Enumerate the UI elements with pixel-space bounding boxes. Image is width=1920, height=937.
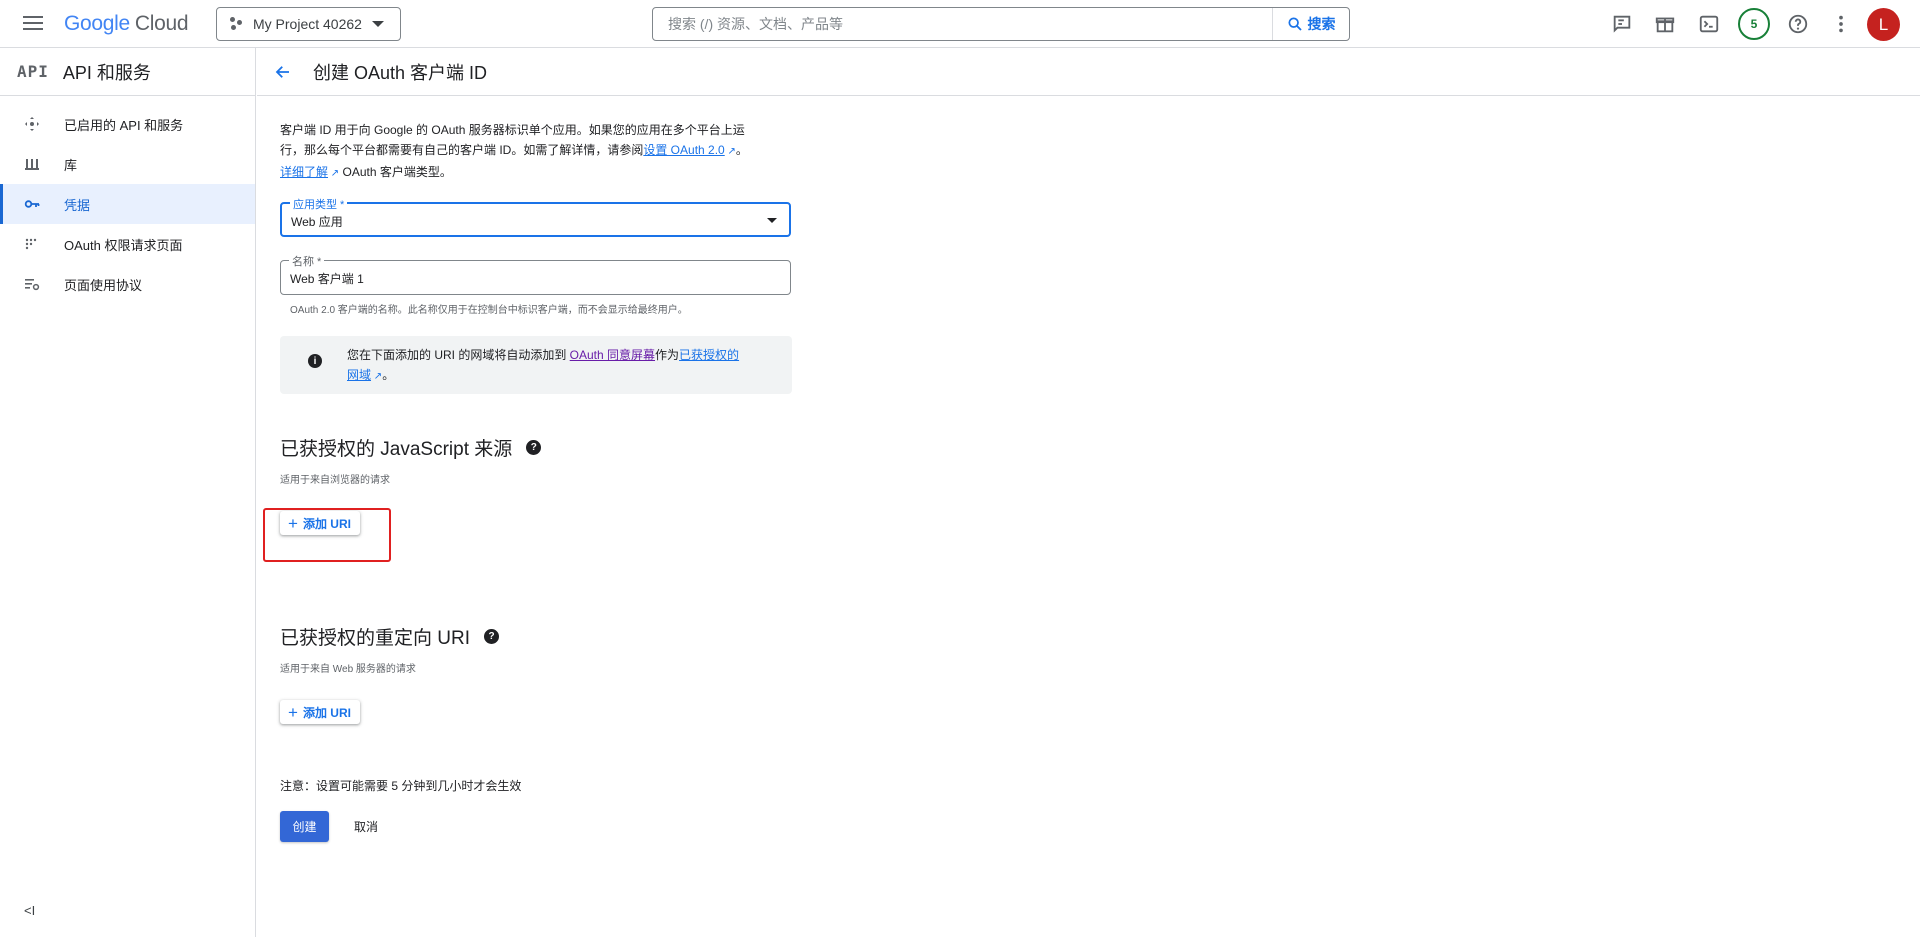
sidebar-item-label: 库: [64, 157, 78, 173]
api-logo: API: [17, 62, 49, 81]
description: 客户端 ID 用于向 Google 的 OAuth 服务器标识单个应用。如果您的…: [280, 120, 800, 184]
highlight-box: [263, 508, 391, 562]
info-banner: i 您在下面添加的 URI 的网域将自动添加到 OAuth 同意屏幕作为已获授权…: [280, 336, 792, 394]
app-type-label: 应用类型 *: [290, 196, 348, 212]
external-link-icon: ↗: [328, 168, 340, 179]
library-icon: [24, 156, 40, 172]
authorized-domains-link[interactable]: 已获授权的: [679, 348, 739, 362]
logo-cloud: Cloud: [134, 12, 189, 35]
key-icon: [24, 196, 40, 212]
help-icon[interactable]: ?: [484, 629, 500, 644]
desc-text: 。: [735, 143, 748, 157]
authorized-domains-link-cont[interactable]: 网域: [347, 368, 371, 382]
redirect-uris-subtitle: 适用于来自 Web 服务器的请求: [280, 664, 416, 675]
sidebar-item-enabled-apis[interactable]: 已启用的 API 和服务: [0, 104, 255, 144]
search-button-label: 搜索: [1307, 16, 1336, 32]
desc-text: 行，那么每个平台都需要有自己的客户端 ID。如需了解详情，请参阅: [280, 143, 644, 157]
consent-icon: [24, 236, 40, 252]
sidebar-item-page-usage[interactable]: 页面使用协议: [0, 264, 255, 304]
chevron-down-icon: [371, 21, 384, 27]
app-type-select[interactable]: 应用类型 * Web 应用: [280, 196, 791, 237]
collapse-sidebar-icon[interactable]: <I: [24, 903, 35, 918]
sidebar-item-label: OAuth 权限请求页面: [64, 237, 183, 253]
gift-icon[interactable]: [1653, 12, 1677, 36]
setup-oauth-link[interactable]: 设置 OAuth 2.0: [643, 143, 724, 157]
settings-list-icon: [24, 276, 40, 292]
terminal-icon[interactable]: [1697, 12, 1721, 36]
oauth-consent-link[interactable]: OAuth 同意屏幕: [570, 348, 655, 362]
back-arrow-icon[interactable]: [271, 60, 295, 84]
top-bar: GoogleCloud My Project 40262 搜索 5 L: [0, 0, 1920, 48]
google-cloud-logo[interactable]: Google Cloud: [64, 12, 189, 36]
search-icon: [1287, 17, 1302, 31]
add-comment-icon[interactable]: [1610, 12, 1634, 36]
sidebar-title: API 和服务: [62, 62, 151, 83]
help-icon[interactable]: ?: [526, 440, 542, 455]
sidebar-header: API API 和服务: [0, 48, 255, 96]
create-button[interactable]: 创建: [280, 811, 329, 842]
desc-text: 客户端 ID 用于向 Google 的 OAuth 服务器标识单个应用。如果您的…: [280, 123, 745, 137]
external-link-icon: ↗: [371, 371, 383, 382]
api-hub-icon: [24, 116, 40, 132]
sidebar-item-label: 页面使用协议: [64, 277, 143, 293]
redirect-uris-title: 已获授权的重定向 URI: [280, 628, 471, 649]
notification-badge[interactable]: 5: [1738, 8, 1770, 40]
info-text: 您在下面添加的 URI 的网域将自动添加到 OAuth 同意屏幕作为已获授权的 …: [347, 348, 740, 382]
project-selector[interactable]: My Project 40262: [216, 7, 401, 41]
cancel-button[interactable]: 取消: [346, 811, 386, 842]
name-hint: OAuth 2.0 客户端的名称。此名称仅用于在控制台中标识客户端，而不会显示给…: [290, 305, 688, 316]
add-icon: +: [288, 702, 298, 722]
sidebar-nav: 已启用的 API 和服务 库 凭据 OAuth 权限请求页面 页面使用协议: [0, 96, 255, 304]
note-text: 注意：设置可能需要 5 分钟到几小时才会生效: [280, 779, 522, 793]
app-type-value: Web 应用: [291, 215, 343, 229]
menu-icon[interactable]: [22, 13, 44, 35]
js-origins-title: 已获授权的 JavaScript 来源: [280, 439, 513, 460]
more-vert-icon[interactable]: [1829, 12, 1853, 36]
main-form: 客户端 ID 用于向 Google 的 OAuth 服务器标识单个应用。如果您的…: [280, 96, 800, 724]
info-icon: i: [308, 354, 322, 368]
sidebar-item-oauth-consent[interactable]: OAuth 权限请求页面: [0, 224, 255, 264]
help-icon[interactable]: [1786, 12, 1810, 36]
name-field[interactable]: 名称 * Web 客户端 1: [280, 253, 791, 295]
learn-more-link[interactable]: 详细了解: [280, 165, 328, 179]
page-title: 创建 OAuth 客户端 ID: [313, 62, 488, 83]
sidebar-item-library[interactable]: 库: [0, 144, 255, 184]
search-bar: 搜索: [652, 7, 1350, 41]
sidebar-item-label: 已启用的 API 和服务: [64, 117, 184, 133]
avatar[interactable]: L: [1867, 8, 1900, 41]
redirect-uris-section: 已获授权的重定向 URI? 适用于来自 Web 服务器的请求 + 添加 URI: [280, 623, 800, 724]
dropdown-arrow-icon: [767, 218, 777, 223]
search-input[interactable]: [653, 8, 1272, 40]
search-button[interactable]: 搜索: [1272, 8, 1349, 40]
sidebar-item-label: 凭据: [64, 197, 91, 213]
name-label: 名称 *: [289, 253, 325, 269]
logo-google: Google: [64, 12, 130, 35]
name-value: Web 客户端 1: [290, 272, 364, 286]
sidebar: API API 和服务 已启用的 API 和服务 库 凭据 OAuth 权限请求…: [0, 48, 256, 937]
add-redirect-uri-button[interactable]: + 添加 URI: [280, 700, 360, 724]
project-name: My Project 40262: [253, 16, 362, 32]
desc-text: OAuth 客户端类型。: [339, 165, 452, 179]
page-header: 创建 OAuth 客户端 ID: [257, 48, 1920, 96]
external-link-icon: ↗: [724, 146, 736, 157]
project-icon: [229, 16, 245, 32]
sidebar-item-credentials[interactable]: 凭据: [0, 184, 255, 224]
js-origins-subtitle: 适用于来自浏览器的请求: [280, 475, 390, 486]
